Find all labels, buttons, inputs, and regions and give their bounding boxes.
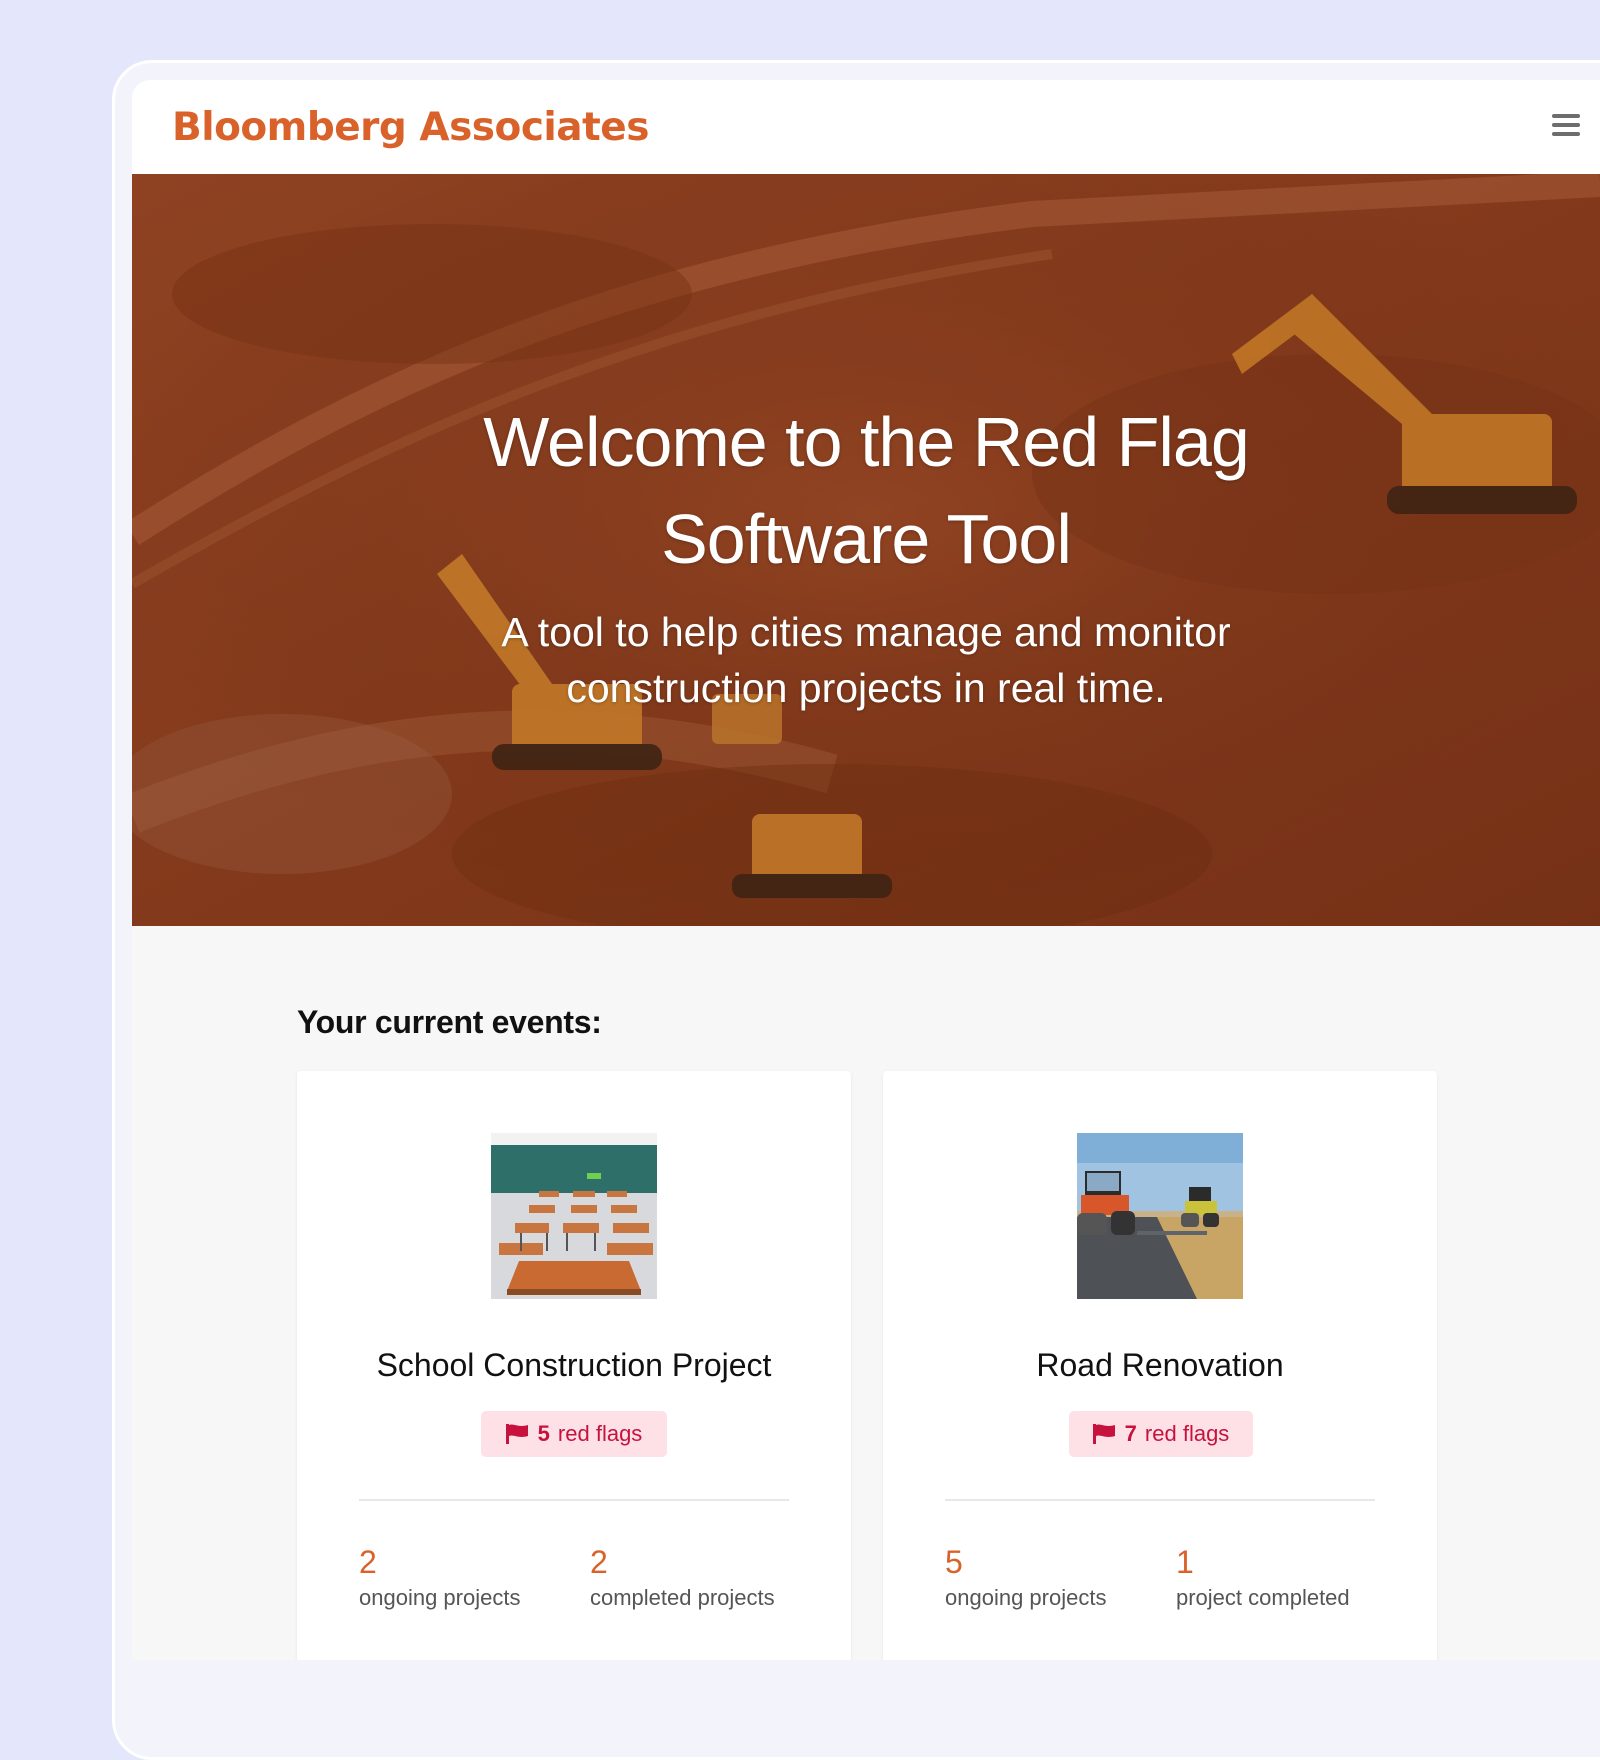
hero-title: Welcome to the Red Flag Software Tool xyxy=(483,403,1250,578)
card-title: Road Renovation xyxy=(1036,1347,1284,1383)
event-card-road[interactable]: Road Renovation 7 red flags 5 ongoing pr… xyxy=(883,1071,1437,1660)
hero-banner: Welcome to the Red Flag Software Tool A … xyxy=(132,174,1600,926)
red-flags-label: red flags xyxy=(557,1421,643,1446)
red-flags-badge[interactable]: 7 red flags xyxy=(1069,1411,1253,1457)
hamburger-menu-icon[interactable] xyxy=(1552,114,1580,138)
stat-label: project completed xyxy=(1176,1585,1350,1610)
red-flags-label: red flags xyxy=(1144,1421,1230,1446)
stat-label: ongoing projects xyxy=(945,1585,1107,1610)
stat-value: 2 xyxy=(590,1544,608,1580)
stat-label: ongoing projects xyxy=(359,1585,521,1610)
card-divider xyxy=(359,1499,789,1501)
hero-subtitle: A tool to help cities manage and monitor… xyxy=(501,609,1231,711)
classroom-thumbnail xyxy=(491,1133,657,1299)
event-card-school[interactable]: School Construction Project 5 red flags … xyxy=(297,1071,851,1660)
stat-completed: 1 project completed xyxy=(1176,1545,1350,1611)
app-screen: Bloomberg Associates Welcome to the Red … xyxy=(132,80,1600,1660)
stat-value: 5 xyxy=(945,1544,963,1580)
stat-value: 1 xyxy=(1176,1544,1194,1580)
road-roller-thumbnail xyxy=(1077,1133,1243,1299)
stat-value: 2 xyxy=(359,1544,377,1580)
red-flags-count: 7 xyxy=(1124,1421,1137,1446)
card-title: School Construction Project xyxy=(376,1347,772,1383)
flag-icon xyxy=(505,1424,528,1444)
stat-ongoing: 5 ongoing projects xyxy=(945,1545,1106,1611)
brand-logo[interactable]: Bloomberg Associates xyxy=(172,105,649,150)
stat-ongoing: 2 ongoing projects xyxy=(359,1545,520,1611)
flag-icon xyxy=(1092,1424,1115,1444)
navbar: Bloomberg Associates xyxy=(132,80,1600,174)
stat-label: completed projects xyxy=(590,1585,775,1610)
card-divider xyxy=(945,1499,1375,1501)
red-flags-count: 5 xyxy=(537,1421,550,1446)
red-flags-badge[interactable]: 5 red flags xyxy=(481,1411,667,1457)
stat-completed: 2 completed projects xyxy=(590,1545,775,1611)
current-events-heading: Your current events: xyxy=(297,1004,602,1040)
